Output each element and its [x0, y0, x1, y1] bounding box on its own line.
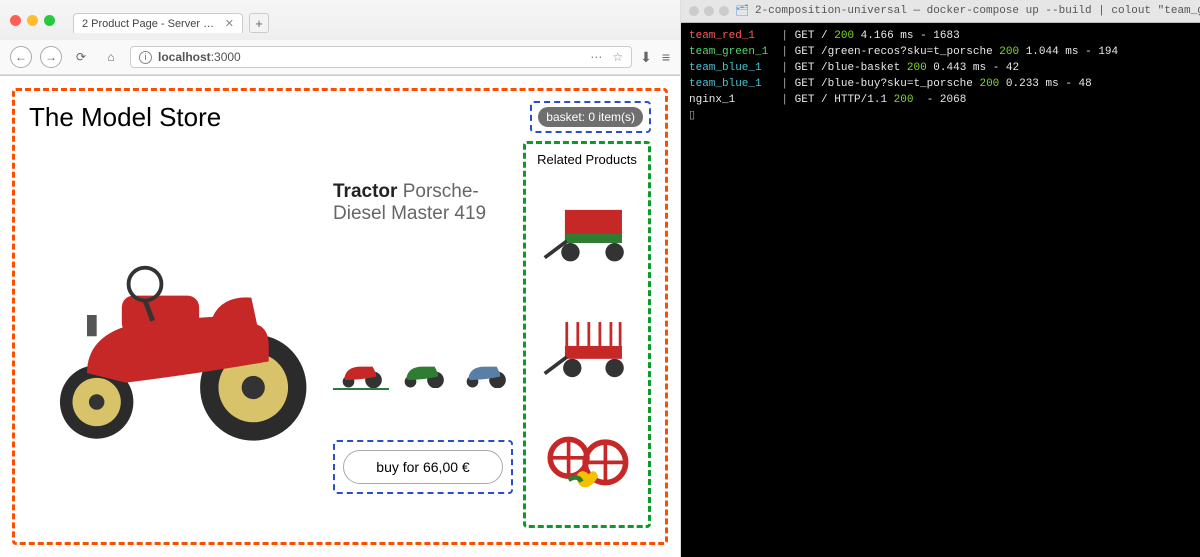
terminal-title: 2-composition-universal — docker-compose…: [755, 5, 1200, 17]
page-content: The Model Store basket: 0 item(s): [0, 76, 680, 557]
related-title: Related Products: [537, 152, 637, 167]
terminal-output[interactable]: team_red_1 | GET / 200 4.166 ms - 1683te…: [681, 23, 1200, 131]
terminal-cursor: ▯: [689, 109, 1200, 125]
download-icon[interactable]: ⬇: [640, 49, 652, 66]
main-column: Tractor Porsche-Diesel Master 419: [29, 141, 513, 528]
terminal-line: team_green_1 | GET /green-recos?sku=t_po…: [689, 45, 1200, 61]
browser-tab[interactable]: 2 Product Page - Server Side R… ✕: [73, 13, 243, 33]
product-hero-image: [29, 141, 319, 528]
team-blue-buy-region: buy for 66,00 €: [333, 440, 513, 494]
more-icon[interactable]: ⋯: [590, 50, 602, 64]
maximize-window-button[interactable]: [44, 15, 55, 26]
window-controls: 2 Product Page - Server Side R… ✕ +: [0, 0, 680, 40]
variant-green[interactable]: [395, 345, 451, 390]
team-blue-basket-region: basket: 0 item(s): [530, 101, 651, 133]
basket-button[interactable]: basket: 0 item(s): [538, 107, 643, 127]
minimize-window-button[interactable]: [27, 15, 38, 26]
url-bar[interactable]: i localhost:3000 ⋯ ☆: [130, 46, 632, 68]
new-tab-button[interactable]: +: [249, 13, 269, 33]
store-title: The Model Store: [29, 102, 221, 133]
terminal-line: team_blue_1 | GET /blue-buy?sku=t_porsch…: [689, 77, 1200, 93]
terminal-titlebar: 🗂 2-composition-universal — docker-compo…: [681, 0, 1200, 23]
reload-button[interactable]: ⟳: [70, 46, 92, 68]
close-tab-icon[interactable]: ✕: [225, 17, 234, 30]
back-button[interactable]: ←: [10, 46, 32, 68]
tab-title: 2 Product Page - Server Side R…: [82, 18, 219, 30]
terminal-line: team_red_1 | GET / 200 4.166 ms - 1683: [689, 29, 1200, 45]
close-window-button[interactable]: [10, 15, 21, 26]
variant-thumbnails: [333, 345, 513, 390]
product-info: Tractor Porsche-Diesel Master 419: [333, 141, 513, 528]
url-host: localhost:3000: [158, 50, 241, 64]
folder-icon: 🗂: [735, 4, 749, 18]
team-red-region: The Model Store basket: 0 item(s): [12, 88, 668, 545]
reco-item-3[interactable]: [539, 415, 635, 509]
reco-item-1[interactable]: [539, 187, 635, 281]
buy-button[interactable]: buy for 66,00 €: [343, 450, 503, 484]
browser-chrome: 2 Product Page - Server Side R… ✕ + ← → …: [0, 0, 680, 76]
browser-toolbar: ← → ⟳ ⌂ i localhost:3000 ⋯ ☆ ⬇ ≡: [0, 40, 680, 75]
tractor-red-image: [29, 228, 319, 441]
terminal-window-controls[interactable]: [689, 6, 729, 16]
product-title: Tractor Porsche-Diesel Master 419: [333, 181, 513, 225]
terminal-line: team_blue_1 | GET /blue-basket 200 0.443…: [689, 61, 1200, 77]
site-info-icon[interactable]: i: [139, 51, 152, 64]
variant-red[interactable]: [333, 345, 389, 390]
menu-icon[interactable]: ≡: [662, 49, 670, 66]
reco-item-2[interactable]: [539, 301, 635, 395]
terminal-line: nginx_1 | GET / HTTP/1.1 200 - 2068: [689, 93, 1200, 109]
terminal-window: 🗂 2-composition-universal — docker-compo…: [681, 0, 1200, 557]
team-green-region: Related Products: [523, 141, 651, 528]
star-icon[interactable]: ☆: [612, 50, 623, 64]
home-button[interactable]: ⌂: [100, 46, 122, 68]
variant-blue[interactable]: [457, 345, 513, 390]
browser-window: 2 Product Page - Server Side R… ✕ + ← → …: [0, 0, 681, 557]
forward-button[interactable]: →: [40, 46, 62, 68]
